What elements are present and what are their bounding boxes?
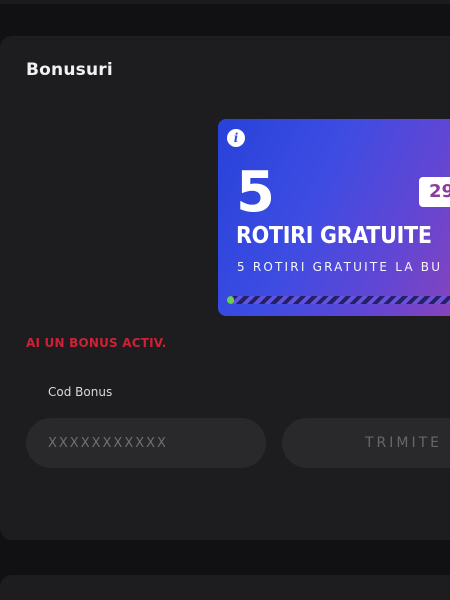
bonus-title: ROTIRI GRATUITE — [236, 223, 432, 249]
bonus-progress-fill — [227, 296, 235, 304]
submit-bonus-button[interactable]: TRIMITE — [282, 418, 450, 468]
bonus-badge: 29 — [419, 177, 450, 207]
info-icon[interactable]: i — [227, 129, 245, 147]
bonuses-page: Bonusuri i 5 29 ROTIRI GRATUITE 5 ROTIRI… — [0, 0, 450, 600]
active-bonus-message: AI UN BONUS ACTIV. — [26, 336, 167, 350]
bonus-code-input[interactable] — [26, 418, 266, 468]
bonus-subtitle: 5 ROTIRI GRATUITE LA BU — [237, 260, 443, 274]
next-panel — [0, 575, 450, 600]
top-strip — [0, 0, 450, 4]
bonus-spin-count: 5 — [236, 160, 275, 225]
bonus-card[interactable]: i 5 29 ROTIRI GRATUITE 5 ROTIRI GRATUITE… — [218, 119, 450, 316]
bonuses-panel: Bonusuri i 5 29 ROTIRI GRATUITE 5 ROTIRI… — [0, 36, 450, 540]
page-title: Bonusuri — [26, 60, 113, 80]
bonus-code-label: Cod Bonus — [48, 385, 113, 399]
bonus-progress-bar — [227, 296, 450, 304]
